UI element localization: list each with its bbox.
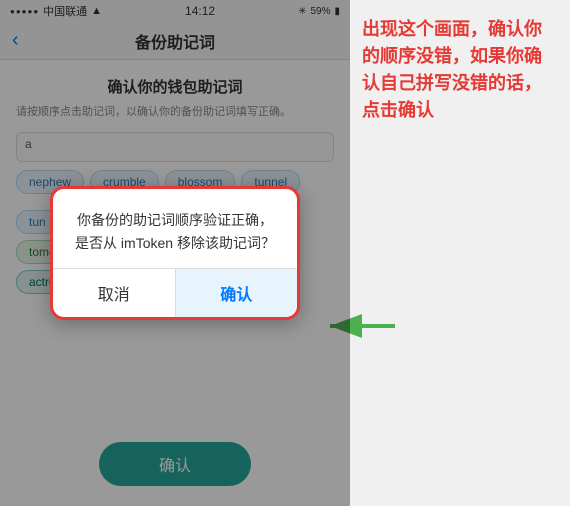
confirmation-dialog: 你备份的助记词顺序验证正确，是否从 imToken 移除该助记词？ 取消 确认 xyxy=(50,186,300,320)
dialog-message: 你备份的助记词顺序验证正确，是否从 imToken 移除该助记词？ xyxy=(71,209,279,254)
phone-mockup: ●●●●● 中国联通 ▲ 14:12 ✳ 59% ▮ ‹ 备份助记词 确认你的钱… xyxy=(0,0,350,506)
modal-backdrop: 你备份的助记词顺序验证正确，是否从 imToken 移除该助记词？ 取消 确认 xyxy=(0,0,350,506)
dialog-body: 你备份的助记词顺序验证正确，是否从 imToken 移除该助记词？ xyxy=(53,189,297,268)
annotation-text: 出现这个画面，确认你的顺序没错，如果你确认自己拼写没错的话，点击确认 xyxy=(362,16,558,124)
dialog-cancel-button[interactable]: 取消 xyxy=(53,269,176,317)
annotation-section: 出现这个画面，确认你的顺序没错，如果你确认自己拼写没错的话，点击确认 xyxy=(350,0,570,506)
dialog-buttons: 取消 确认 xyxy=(53,268,297,317)
dialog-confirm-button[interactable]: 确认 xyxy=(176,269,298,317)
